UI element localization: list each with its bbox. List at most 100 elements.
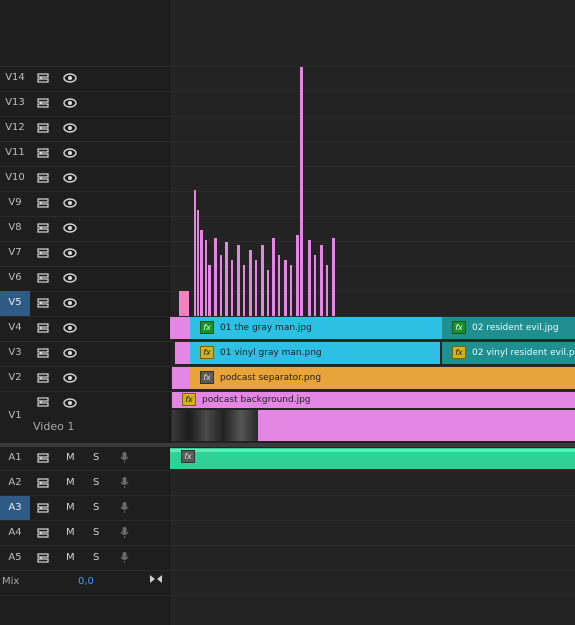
eye-icon[interactable] — [63, 348, 77, 358]
mix-end-icon[interactable] — [149, 573, 163, 585]
sync-lock-icon[interactable] — [37, 198, 49, 209]
mic-icon[interactable] — [120, 501, 129, 514]
eye-icon[interactable] — [63, 148, 77, 158]
track-label-v9[interactable]: V9 — [0, 191, 30, 216]
sync-lock-icon[interactable] — [37, 273, 49, 284]
track-label-v14[interactable]: V14 — [0, 66, 30, 91]
sync-lock-icon[interactable] — [37, 73, 49, 84]
v2-pink-stub[interactable] — [172, 367, 190, 389]
video-track-header[interactable]: V14 — [0, 66, 168, 91]
video-track-header[interactable]: V3 — [0, 341, 168, 366]
sync-lock-icon[interactable] — [37, 453, 49, 464]
video-track-header[interactable]: V5 — [0, 291, 168, 316]
sync-lock-icon[interactable] — [37, 98, 49, 109]
track-label-a5[interactable]: A5 — [0, 546, 30, 570]
track-label-a3[interactable]: A3 — [0, 496, 30, 520]
video-track-header[interactable]: V7 — [0, 241, 168, 266]
v1-track-name[interactable]: Video 1 — [33, 420, 74, 433]
solo-button[interactable]: S — [93, 527, 99, 538]
v3-clip-vinyl-resident-evil[interactable]: fx 02 vinyl resident evil.png — [442, 342, 575, 364]
track-label-v1[interactable]: V1 — [0, 404, 30, 429]
track-label-v3[interactable]: V3 — [0, 341, 30, 366]
video-track-header[interactable]: V4 — [0, 316, 168, 341]
sync-lock-icon[interactable] — [37, 248, 49, 259]
solo-button[interactable]: S — [93, 452, 99, 463]
audio-track-header[interactable]: A1 M S — [0, 446, 168, 471]
video-track-header[interactable]: V9 — [0, 191, 168, 216]
track-label-v12[interactable]: V12 — [0, 116, 30, 141]
track-label-v11[interactable]: V11 — [0, 141, 30, 166]
sync-lock-icon[interactable] — [37, 348, 49, 359]
mic-icon[interactable] — [120, 476, 129, 489]
track-label-v6[interactable]: V6 — [0, 266, 30, 291]
mix-value[interactable]: 0,0 — [78, 576, 94, 587]
v2-clip-podcast-separator[interactable]: fx podcast separator.png — [190, 367, 575, 389]
sync-lock-icon[interactable] — [37, 503, 49, 514]
eye-icon[interactable] — [63, 123, 77, 133]
audio-track-header[interactable]: A2 M S — [0, 471, 168, 496]
audio-track-header[interactable]: A4 M S — [0, 521, 168, 546]
mute-button[interactable]: M — [66, 527, 75, 538]
solo-button[interactable]: S — [93, 502, 99, 513]
eye-icon[interactable] — [63, 273, 77, 283]
sync-lock-icon[interactable] — [37, 528, 49, 539]
video-track-header[interactable]: V11 — [0, 141, 168, 166]
sync-lock-icon[interactable] — [37, 148, 49, 159]
sync-lock-icon[interactable] — [37, 173, 49, 184]
video-track-header[interactable]: V8 — [0, 216, 168, 241]
sync-lock-icon[interactable] — [37, 223, 49, 234]
track-label-v5[interactable]: V5 — [0, 291, 30, 316]
track-label-v10[interactable]: V10 — [0, 166, 30, 191]
track-label-a2[interactable]: A2 — [0, 471, 30, 495]
eye-icon[interactable] — [63, 398, 77, 408]
solo-button[interactable]: S — [93, 477, 99, 488]
eye-icon[interactable] — [63, 73, 77, 83]
sync-lock-icon[interactable] — [37, 323, 49, 334]
mute-button[interactable]: M — [66, 452, 75, 463]
eye-icon[interactable] — [63, 248, 77, 258]
mic-icon[interactable] — [120, 451, 129, 464]
mute-button[interactable]: M — [66, 502, 75, 513]
track-label-a4[interactable]: A4 — [0, 521, 30, 545]
sync-lock-icon[interactable] — [37, 553, 49, 564]
track-label-v13[interactable]: V13 — [0, 91, 30, 116]
track-label-v7[interactable]: V7 — [0, 241, 30, 266]
mute-button[interactable]: M — [66, 552, 75, 563]
video-track-header[interactable]: V10 — [0, 166, 168, 191]
track-label-v2[interactable]: V2 — [0, 366, 30, 391]
eye-icon[interactable] — [63, 98, 77, 108]
eye-icon[interactable] — [63, 323, 77, 333]
sync-lock-icon[interactable] — [37, 397, 49, 408]
audio-track-header[interactable]: A3 M S — [0, 496, 168, 521]
eye-icon[interactable] — [63, 173, 77, 183]
video-track-header[interactable]: V2 — [0, 366, 168, 391]
track-label-v8[interactable]: V8 — [0, 216, 30, 241]
eye-icon[interactable] — [63, 298, 77, 308]
sync-lock-icon[interactable] — [37, 478, 49, 489]
video-track-header[interactable]: V13 — [0, 91, 168, 116]
sync-lock-icon[interactable] — [37, 298, 49, 309]
v5-edit-spikes[interactable] — [170, 60, 370, 316]
v4-clip-gray-man[interactable]: fx 01 the gray man.jpg — [190, 317, 442, 339]
mic-icon[interactable] — [120, 551, 129, 564]
v3-pink-stub[interactable] — [175, 342, 190, 364]
track-label-a1[interactable]: A1 — [0, 446, 30, 470]
fx-badge: fx — [200, 371, 214, 384]
v1-clip-podcast-background[interactable]: fx podcast background.jpg — [172, 392, 575, 408]
sync-lock-icon[interactable] — [37, 373, 49, 384]
video-track-header[interactable]: V6 — [0, 266, 168, 291]
mute-button[interactable]: M — [66, 477, 75, 488]
eye-icon[interactable] — [63, 198, 77, 208]
mic-icon[interactable] — [120, 526, 129, 539]
v3-clip-vinyl-gray-man[interactable]: fx 01 vinyl gray man.png — [190, 342, 440, 364]
solo-button[interactable]: S — [93, 552, 99, 563]
audio-track-header[interactable]: A5 M S — [0, 546, 168, 571]
eye-icon[interactable] — [63, 373, 77, 383]
v4-clip-resident-evil[interactable]: fx 02 resident evil.jpg — [442, 317, 575, 339]
video-track-header[interactable]: V12 — [0, 116, 168, 141]
v1-clip-body[interactable] — [258, 410, 575, 441]
eye-icon[interactable] — [63, 223, 77, 233]
sync-lock-icon[interactable] — [37, 123, 49, 134]
video-track-header[interactable]: V1 — [0, 391, 168, 443]
track-label-v4[interactable]: V4 — [0, 316, 30, 341]
